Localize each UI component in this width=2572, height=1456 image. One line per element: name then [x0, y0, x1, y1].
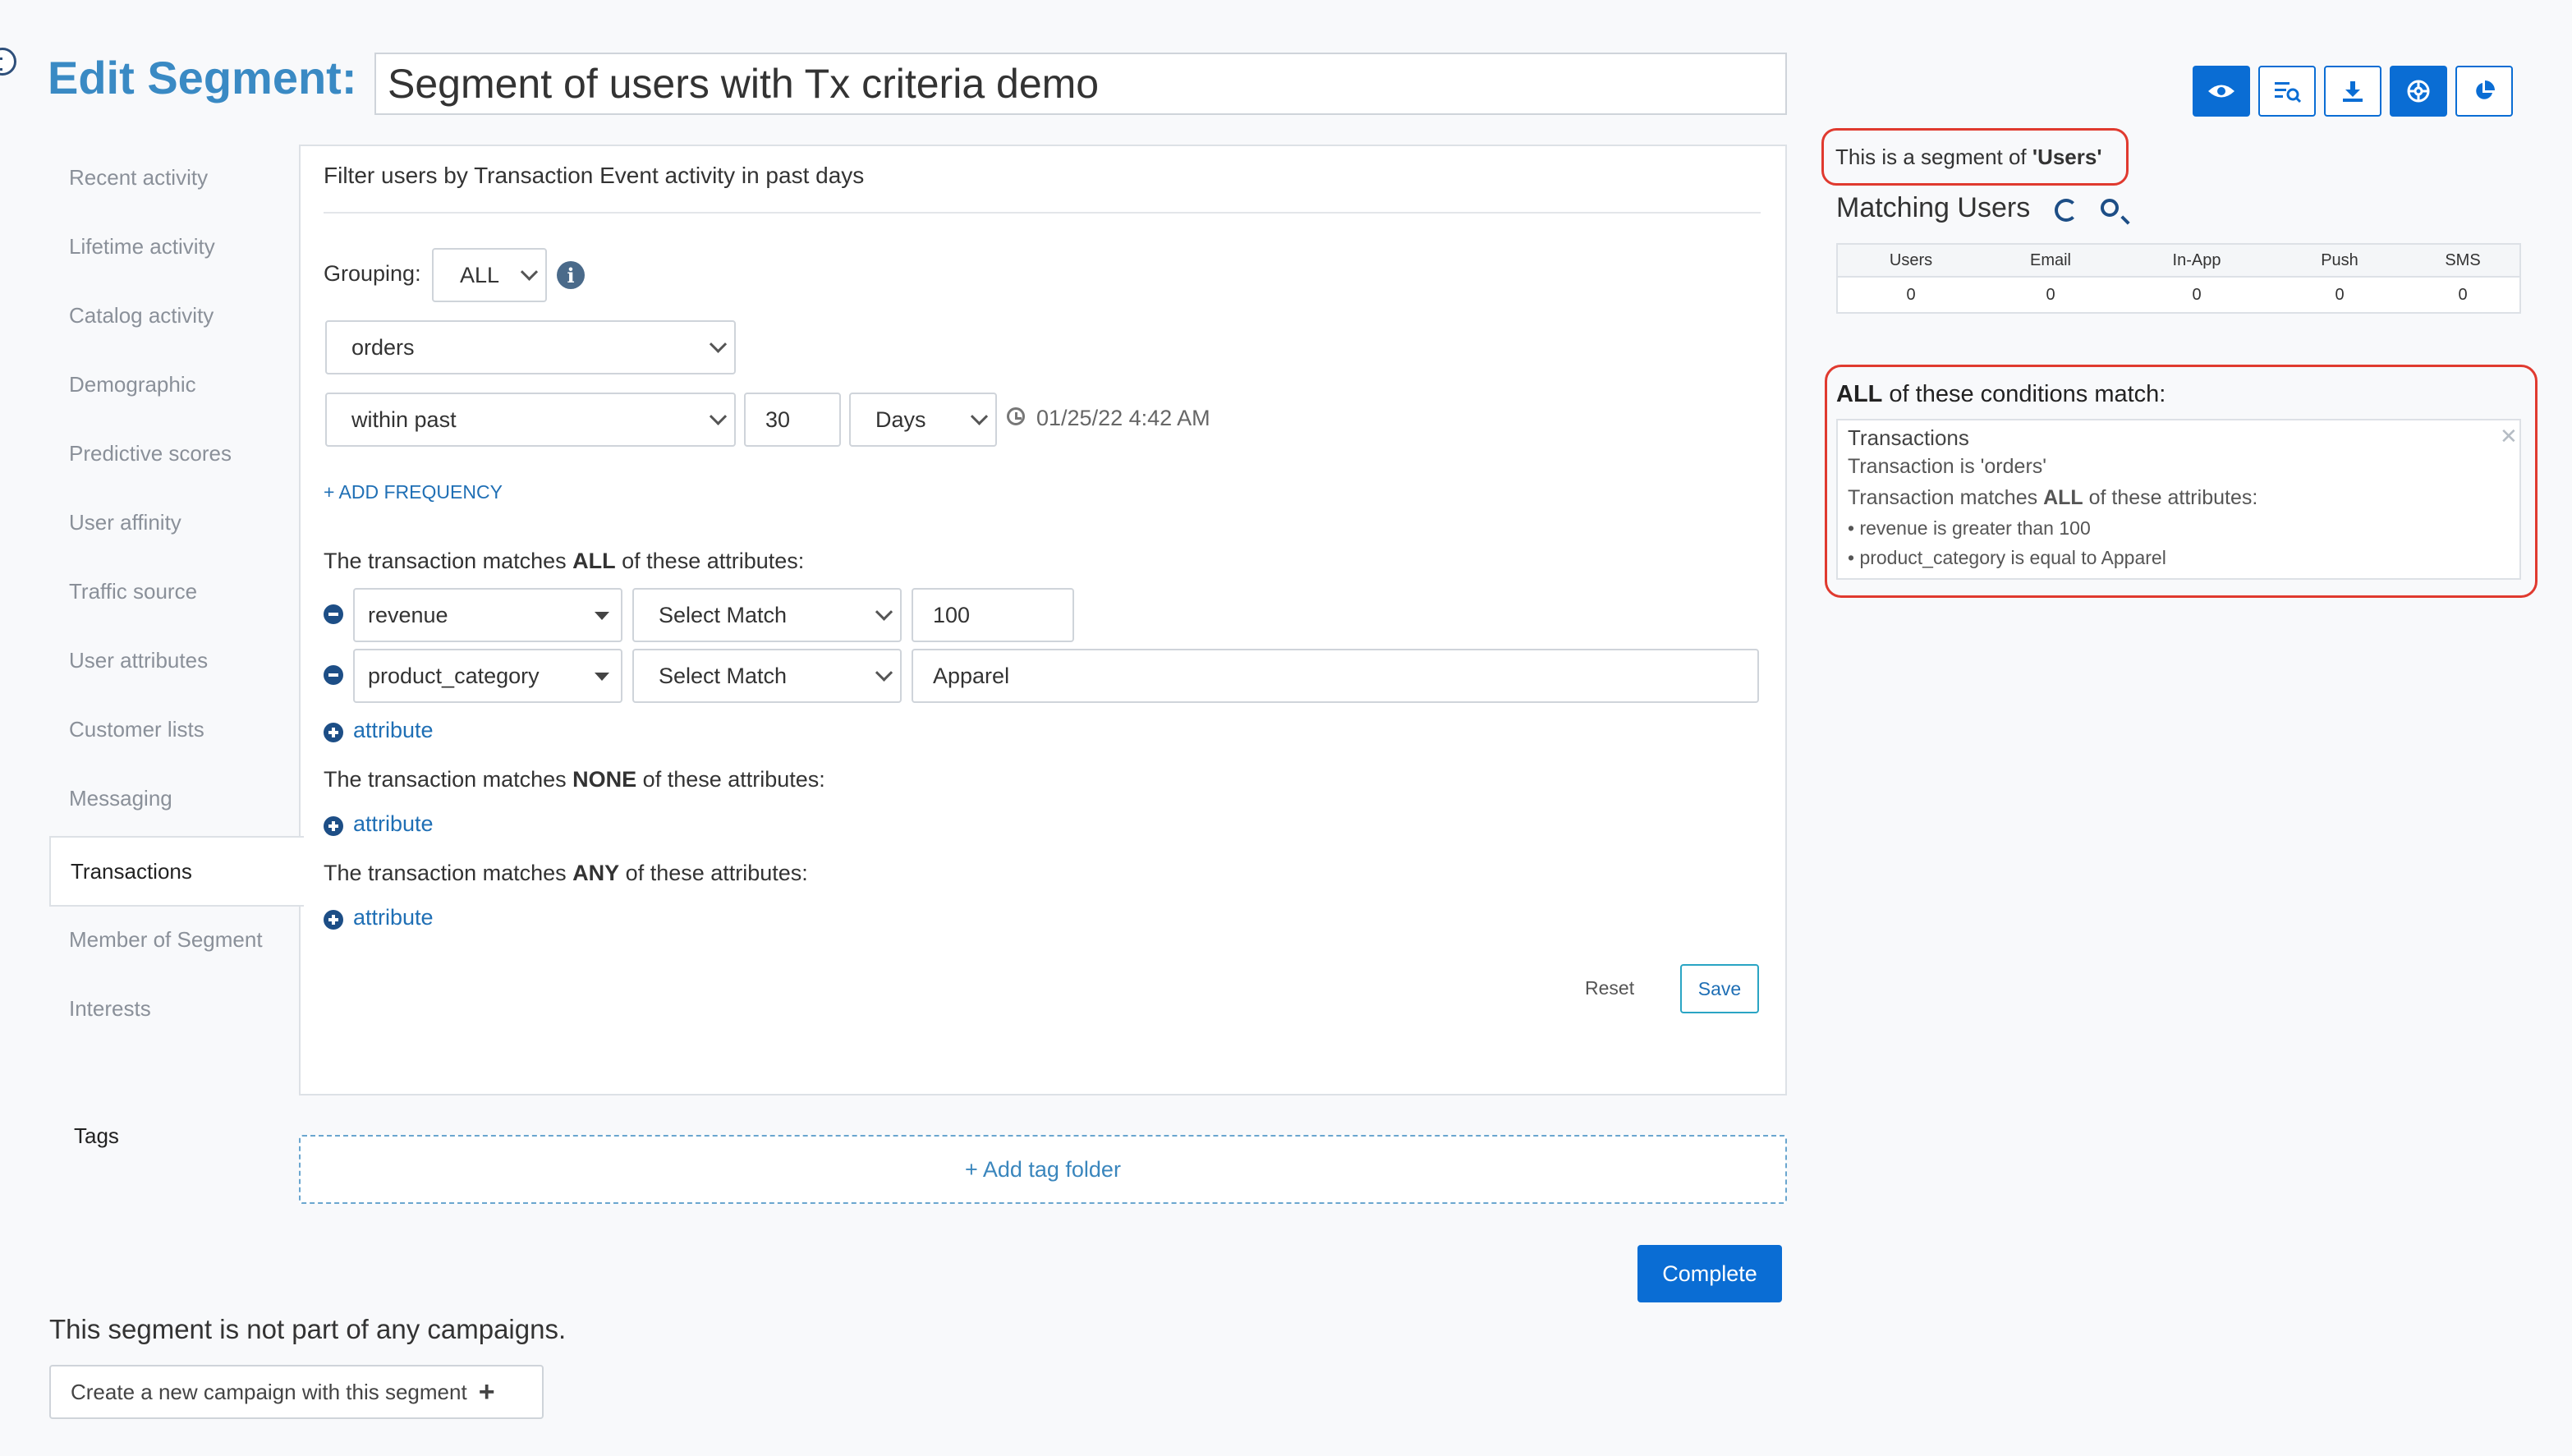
timestamp: 01/25/22 4:42 AM: [1036, 406, 1210, 430]
download-button[interactable]: [2324, 66, 2381, 117]
clock-icon: [1007, 407, 1025, 425]
match-value: Select Match: [659, 602, 788, 627]
add-attribute-icon[interactable]: [324, 910, 343, 930]
matching-users-table: Users Email In-App Push SMS 0 0 0 0 0: [1836, 243, 2521, 314]
matches-none-label: The transaction matches NONE of these at…: [324, 767, 825, 792]
stats-header: Push: [2321, 251, 2358, 269]
tags-label: Tags: [74, 1123, 119, 1148]
conditions-title: ALL of these conditions match:: [1836, 381, 2166, 407]
value-input[interactable]: Apparel: [912, 649, 1759, 703]
save-button[interactable]: Save: [1680, 964, 1759, 1013]
add-attribute-link-any[interactable]: attribute: [353, 905, 434, 930]
stats-header: In-App: [2172, 251, 2221, 269]
segment-name-input[interactable]: [374, 53, 1787, 115]
condition-line: Transaction matches ALL of these attribu…: [1848, 486, 2258, 509]
sidebar-item-traffic-source[interactable]: Traffic source: [49, 558, 301, 624]
time-amount-input[interactable]: 30: [744, 393, 841, 447]
add-attribute-link-none[interactable]: attribute: [353, 811, 434, 837]
grouping-value: ALL: [460, 262, 500, 287]
match-select[interactable]: Select Match: [632, 649, 902, 703]
settings-wheel-icon: [2407, 80, 2430, 103]
add-frequency-link[interactable]: + ADD FREQUENCY: [324, 481, 503, 503]
report-button[interactable]: [2455, 66, 2513, 117]
matching-users-title: Matching Users: [1836, 192, 2031, 223]
grouping-select[interactable]: ALL: [432, 248, 547, 302]
menu-toggle-icon[interactable]: [0, 48, 16, 76]
condition-line: Transaction is 'orders': [1848, 455, 2047, 478]
attribute-value: revenue: [368, 602, 448, 627]
stats-header: SMS: [2445, 251, 2481, 269]
stats-value: 0: [2046, 286, 2055, 304]
page-title: Edit Segment:: [48, 52, 357, 103]
match-select[interactable]: Select Match: [632, 588, 902, 642]
search-icon[interactable]: [2101, 199, 2119, 217]
reset-button[interactable]: Reset: [1585, 977, 1634, 999]
matches-any-label: The transaction matches ANY of these att…: [324, 861, 808, 885]
sidebar-item-messaging[interactable]: Messaging: [49, 765, 301, 831]
segment-type-badge: This is a segment of 'Users': [1821, 128, 2129, 186]
preview-button[interactable]: [2193, 66, 2250, 117]
sidebar-item-customer-lists[interactable]: Customer lists: [49, 696, 301, 762]
attribute-value: product_category: [368, 663, 540, 688]
campaign-note: This segment is not part of any campaign…: [49, 1314, 567, 1344]
eye-icon: [2208, 85, 2234, 98]
sidebar-item-user-attributes[interactable]: User attributes: [49, 627, 301, 693]
sidebar-item-recent-activity[interactable]: Recent activity: [49, 145, 301, 210]
time-mode-value: within past: [351, 406, 457, 432]
time-mode-select[interactable]: within past: [325, 393, 736, 447]
sidebar-item-lifetime-activity[interactable]: Lifetime activity: [49, 214, 301, 279]
remove-row-icon[interactable]: [324, 604, 343, 624]
pie-chart-icon: [2476, 80, 2495, 99]
condition-bullet: • revenue is greater than 100: [1848, 517, 2091, 539]
sidebar-item-catalog-activity[interactable]: Catalog activity: [49, 282, 301, 348]
attribute-select[interactable]: product_category: [353, 649, 622, 703]
event-select[interactable]: orders: [325, 320, 736, 374]
condition-title: Transactions: [1848, 425, 1969, 450]
add-tag-folder-button[interactable]: + Add tag folder: [299, 1135, 1787, 1204]
create-campaign-button[interactable]: Create a new campaign with this segment …: [49, 1365, 544, 1419]
value-input[interactable]: 100: [912, 588, 1074, 642]
event-value: orders: [351, 334, 415, 360]
stats-value: 0: [2458, 286, 2468, 304]
grouping-label: Grouping:: [324, 261, 421, 286]
stats-value: 0: [2192, 286, 2202, 304]
close-icon[interactable]: ✕: [2500, 424, 2518, 449]
sidebar-item-user-affinity[interactable]: User affinity: [49, 489, 301, 555]
remove-row-icon[interactable]: [324, 665, 343, 685]
header-divider: [324, 212, 1761, 214]
time-unit-select[interactable]: Days: [849, 393, 997, 447]
sidebar-item-member-of-segment[interactable]: Member of Segment: [49, 907, 301, 972]
info-icon[interactable]: i: [557, 261, 585, 289]
add-attribute-icon[interactable]: [324, 816, 343, 836]
stats-header: Users: [1889, 251, 1933, 269]
create-campaign-label: Create a new campaign with this segment: [71, 1379, 467, 1404]
sidebar-item-demographic[interactable]: Demographic: [49, 351, 301, 417]
matches-all-label: The transaction matches ALL of these att…: [324, 549, 805, 573]
stats-value: 0: [1906, 286, 1916, 304]
complete-button[interactable]: Complete: [1637, 1245, 1782, 1302]
filter-header: Filter users by Transaction Event activi…: [324, 163, 865, 188]
list-preview-button[interactable]: [2258, 66, 2316, 117]
attribute-select[interactable]: revenue: [353, 588, 622, 642]
add-attribute-icon[interactable]: [324, 723, 343, 742]
sidebar-item-transactions[interactable]: Transactions: [49, 836, 304, 907]
preview-list-icon: [2275, 82, 2301, 103]
sidebar-item-interests[interactable]: Interests: [49, 976, 301, 1041]
condition-bullet: • product_category is equal to Apparel: [1848, 547, 2166, 568]
refresh-icon[interactable]: [2055, 199, 2078, 222]
stats-value: 0: [2335, 286, 2345, 304]
stats-header: Email: [2029, 251, 2071, 269]
time-unit-value: Days: [875, 406, 926, 432]
add-attribute-link-all[interactable]: attribute: [353, 718, 434, 743]
plus-icon: +: [478, 1376, 495, 1408]
settings-button[interactable]: [2390, 66, 2447, 117]
match-value: Select Match: [659, 663, 788, 688]
sidebar-item-predictive-scores[interactable]: Predictive scores: [49, 420, 301, 486]
download-icon: [2343, 81, 2363, 102]
